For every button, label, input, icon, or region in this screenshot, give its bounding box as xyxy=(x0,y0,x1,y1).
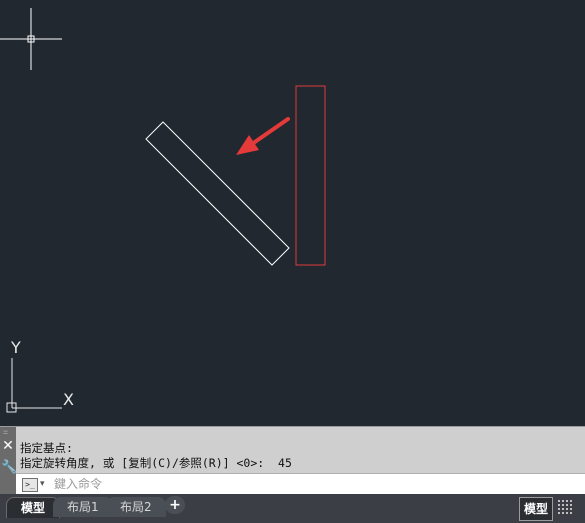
crosshair-cursor-icon xyxy=(0,8,62,70)
original-rectangle[interactable] xyxy=(295,85,326,266)
command-history-line: 指定基点: xyxy=(20,441,73,455)
tab-model[interactable]: 模型 xyxy=(6,497,61,518)
drawing-canvas[interactable]: Y X xyxy=(0,0,585,426)
ucs-y-label: Y xyxy=(11,338,21,357)
chevron-down-icon[interactable]: ▾ xyxy=(40,477,45,491)
add-layout-button[interactable]: + xyxy=(165,496,185,514)
command-input[interactable] xyxy=(54,476,554,492)
canvas-drawing xyxy=(0,8,326,413)
wrench-icon[interactable]: 🔧 xyxy=(1,461,17,475)
grid-icon[interactable] xyxy=(557,499,575,517)
ucs-x-label: X xyxy=(63,390,74,409)
panel-grip-icon[interactable]: :::: xyxy=(3,430,13,436)
command-prompt-icon[interactable]: >_ xyxy=(22,478,38,492)
command-history-line: 指定旋转角度, 或 [复制(C)/参照(R)] <0>: 45 xyxy=(20,456,292,470)
command-panel-sidebar: :::: ✕ 🔧 xyxy=(0,427,17,495)
close-icon[interactable]: ✕ xyxy=(1,439,15,453)
tab-layout2[interactable]: 布局2 xyxy=(106,497,166,517)
rotated-rectangle[interactable] xyxy=(145,121,290,266)
ucs-axis-icon xyxy=(6,358,62,413)
tab-layout1[interactable]: 布局1 xyxy=(53,497,113,517)
command-line-panel: :::: ✕ 🔧 指定基点: 指定旋转角度, 或 [复制(C)/参照(R)] <… xyxy=(0,426,585,496)
status-bar: 模型 布局1 布局2 + 模型 xyxy=(0,494,585,523)
red-pointer-arrow xyxy=(236,117,290,155)
command-input-row: >_ ▾ xyxy=(16,473,585,496)
model-space-toggle[interactable]: 模型 xyxy=(519,497,553,521)
